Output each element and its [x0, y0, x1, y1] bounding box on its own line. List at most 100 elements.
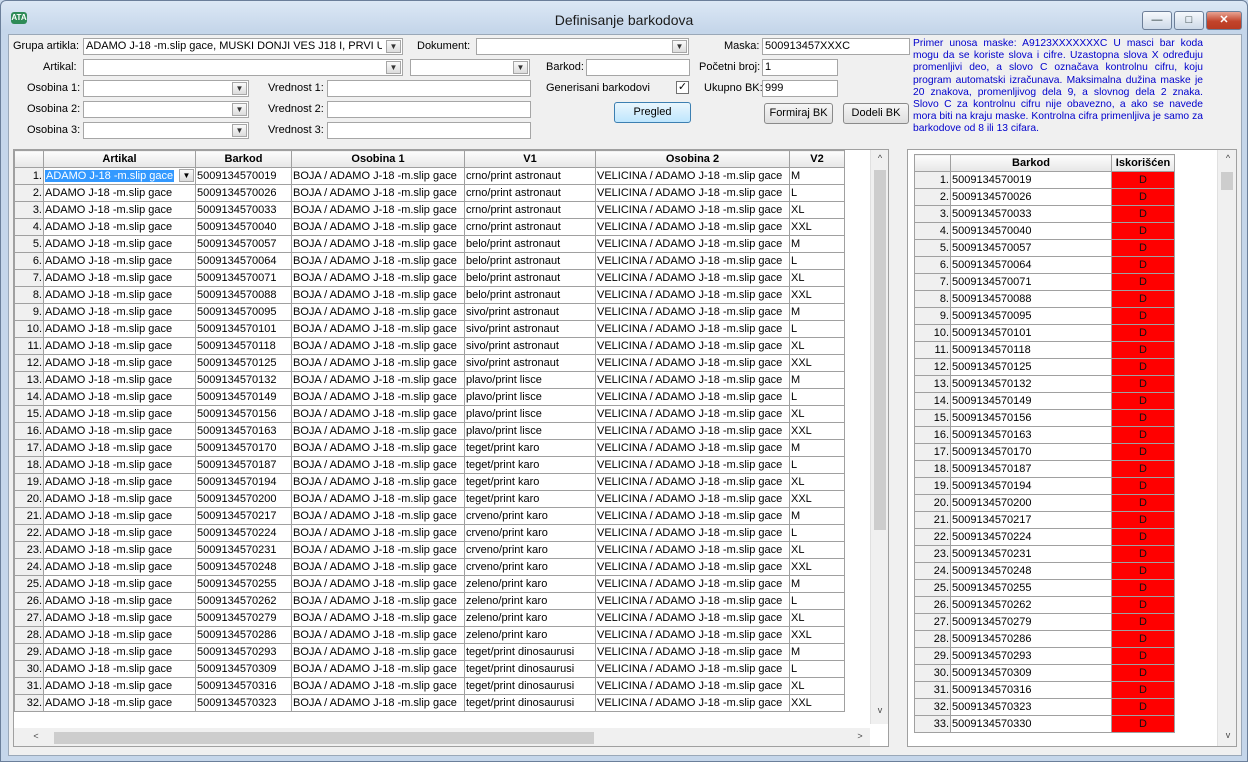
cell-v2[interactable]: M — [789, 235, 845, 253]
cell-osobina2[interactable]: VELICINA / ADAMO J-18 -m.slip gace — [595, 167, 790, 185]
cell-osobina1[interactable]: BOJA / ADAMO J-18 -m.slip gace — [291, 524, 465, 542]
table-row[interactable]: 14. 5009134570149 D — [914, 392, 1175, 410]
cell-v2[interactable]: XL — [789, 541, 845, 559]
cell-artikal[interactable]: ADAMO J-18 -m.slip gace — [43, 235, 196, 253]
scroll-down-icon[interactable]: v — [872, 705, 888, 715]
table-row[interactable]: 6. 5009134570064 D — [914, 256, 1175, 274]
column-header-iskoriscen[interactable]: Iskorišćen — [1111, 154, 1175, 172]
cell-v1[interactable]: sivo/print astronaut — [464, 320, 596, 338]
cell-barkod[interactable]: 5009134570293 — [195, 643, 292, 661]
cell-osobina1[interactable]: BOJA / ADAMO J-18 -m.slip gace — [291, 184, 465, 202]
table-row[interactable]: 29. ADAMO J-18 -m.slip gace 5009134570293 B… — [14, 643, 845, 661]
cell-v2[interactable]: M — [789, 371, 845, 389]
cell-osobina1[interactable]: BOJA / ADAMO J-18 -m.slip gace — [291, 439, 465, 457]
table-row[interactable]: 23. ADAMO J-18 -m.slip gace 5009134570231 B… — [14, 541, 845, 559]
cell-v2[interactable]: XL — [789, 201, 845, 219]
table-row[interactable]: 24. 5009134570248 D — [914, 562, 1175, 580]
table-row[interactable]: 30. 5009134570309 D — [914, 664, 1175, 682]
table-row[interactable]: 21. 5009134570217 D — [914, 511, 1175, 529]
hscroll-thumb[interactable] — [54, 732, 594, 744]
osobina1-combo[interactable]: ▼ — [83, 80, 249, 97]
cell-v1[interactable]: zeleno/print karo — [464, 626, 596, 644]
cell-artikal[interactable]: ADAMO J-18 -m.slip gace — [43, 558, 196, 576]
cell-v1[interactable]: crno/print astronaut — [464, 167, 596, 185]
cell-artikal[interactable]: ADAMO J-18 -m.slip gace — [43, 184, 196, 202]
column-header-artikal[interactable]: Artikal — [43, 150, 196, 168]
cell-artikal[interactable]: ADAMO J-18 -m.slip gace — [43, 201, 196, 219]
cell-barkod[interactable]: 5009134570194 — [950, 477, 1112, 495]
cell-osobina1[interactable]: BOJA / ADAMO J-18 -m.slip gace — [291, 235, 465, 253]
cell-v1[interactable]: crveno/print karo — [464, 541, 596, 559]
table-row[interactable]: 22. ADAMO J-18 -m.slip gace 5009134570224 B… — [14, 524, 845, 542]
cell-v2[interactable]: XL — [789, 269, 845, 287]
used-indicator[interactable]: D — [1111, 273, 1175, 291]
table-row[interactable]: 9. ADAMO J-18 -m.slip gace 5009134570095 BO… — [14, 303, 845, 321]
cell-barkod[interactable]: 5009134570255 — [950, 579, 1112, 597]
cell-osobina2[interactable]: VELICINA / ADAMO J-18 -m.slip gace — [595, 473, 790, 491]
cell-v1[interactable]: crno/print astronaut — [464, 201, 596, 219]
cell-v1[interactable]: sivo/print astronaut — [464, 354, 596, 372]
cell-osobina1[interactable]: BOJA / ADAMO J-18 -m.slip gace — [291, 303, 465, 321]
cell-osobina1[interactable]: BOJA / ADAMO J-18 -m.slip gace — [291, 218, 465, 236]
cell-osobina2[interactable]: VELICINA / ADAMO J-18 -m.slip gace — [595, 303, 790, 321]
table-row[interactable]: 4. ADAMO J-18 -m.slip gace 5009134570040 BO… — [14, 218, 845, 236]
table-row[interactable]: 28. 5009134570286 D — [914, 630, 1175, 648]
cell-osobina1[interactable]: BOJA / ADAMO J-18 -m.slip gace — [291, 388, 465, 406]
cell-v2[interactable]: XXL — [789, 354, 845, 372]
table-row[interactable]: 7. ADAMO J-18 -m.slip gace 5009134570071 BO… — [14, 269, 845, 287]
cell-osobina2[interactable]: VELICINA / ADAMO J-18 -m.slip gace — [595, 337, 790, 355]
cell-artikal[interactable]: ADAMO J-18 -m.slip gace — [43, 320, 196, 338]
used-indicator[interactable]: D — [1111, 426, 1175, 444]
cell-barkod[interactable]: 5009134570248 — [950, 562, 1112, 580]
column-header-v1[interactable]: V1 — [464, 150, 596, 168]
cell-osobina1[interactable]: BOJA / ADAMO J-18 -m.slip gace — [291, 558, 465, 576]
maska-input[interactable]: 500913457XXXC — [762, 38, 910, 55]
cell-barkod[interactable]: 5009134570026 — [195, 184, 292, 202]
cell-v2[interactable]: XL — [789, 405, 845, 423]
cell-barkod[interactable]: 5009134570323 — [195, 694, 292, 712]
cell-barkod[interactable]: 5009134570330 — [950, 715, 1112, 733]
maximize-button[interactable]: □ — [1174, 11, 1204, 30]
cell-v1[interactable]: crveno/print karo — [464, 507, 596, 525]
table-row[interactable]: 15. ADAMO J-18 -m.slip gace 5009134570156 B… — [14, 405, 845, 423]
cell-osobina1[interactable]: BOJA / ADAMO J-18 -m.slip gace — [291, 371, 465, 389]
cell-v2[interactable]: XXL — [789, 626, 845, 644]
cell-v2[interactable]: L — [789, 320, 845, 338]
cell-v1[interactable]: zeleno/print karo — [464, 592, 596, 610]
cell-barkod[interactable]: 5009134570187 — [195, 456, 292, 474]
table-row[interactable]: 3. 5009134570033 D — [914, 205, 1175, 223]
cell-osobina2[interactable]: VELICINA / ADAMO J-18 -m.slip gace — [595, 201, 790, 219]
table-row[interactable]: 17. 5009134570170 D — [914, 443, 1175, 461]
ukupno-bk-input[interactable]: 999 — [762, 80, 838, 97]
cell-barkod[interactable]: 5009134570279 — [195, 609, 292, 627]
cell-osobina1[interactable]: BOJA / ADAMO J-18 -m.slip gace — [291, 201, 465, 219]
cell-osobina1[interactable]: BOJA / ADAMO J-18 -m.slip gace — [291, 269, 465, 287]
cell-v2[interactable]: XL — [789, 609, 845, 627]
cell-artikal[interactable]: ADAMO J-18 -m.slip gace — [43, 609, 196, 627]
cell-v1[interactable]: plavo/print lisce — [464, 422, 596, 440]
scroll-thumb[interactable] — [1221, 172, 1233, 190]
cell-v1[interactable]: teget/print karo — [464, 456, 596, 474]
cell-barkod[interactable]: 5009134570200 — [195, 490, 292, 508]
cell-osobina2[interactable]: VELICINA / ADAMO J-18 -m.slip gace — [595, 558, 790, 576]
pocetni-broj-input[interactable]: 1 — [762, 59, 838, 76]
table-row[interactable]: 6. ADAMO J-18 -m.slip gace 5009134570064 BO… — [14, 252, 845, 270]
table-row[interactable]: 16. 5009134570163 D — [914, 426, 1175, 444]
cell-osobina1[interactable]: BOJA / ADAMO J-18 -m.slip gace — [291, 541, 465, 559]
cell-osobina1[interactable]: BOJA / ADAMO J-18 -m.slip gace — [291, 167, 465, 185]
cell-artikal[interactable]: ADAMO J-18 -m.slip gace — [43, 303, 196, 321]
column-header-v2[interactable]: V2 — [789, 150, 845, 168]
cell-v2[interactable]: M — [789, 643, 845, 661]
cell-osobina1[interactable]: BOJA / ADAMO J-18 -m.slip gace — [291, 507, 465, 525]
cell-barkod[interactable]: 5009134570170 — [195, 439, 292, 457]
table-row[interactable]: 13. ADAMO J-18 -m.slip gace 5009134570132 B… — [14, 371, 845, 389]
table-row[interactable]: 14. ADAMO J-18 -m.slip gace 5009134570149 B… — [14, 388, 845, 406]
cell-barkod[interactable]: 5009134570200 — [950, 494, 1112, 512]
table-row[interactable]: 12. 5009134570125 D — [914, 358, 1175, 376]
cell-osobina2[interactable]: VELICINA / ADAMO J-18 -m.slip gace — [595, 371, 790, 389]
cell-v1[interactable]: plavo/print lisce — [464, 405, 596, 423]
cell-osobina1[interactable]: BOJA / ADAMO J-18 -m.slip gace — [291, 422, 465, 440]
scroll-left-icon[interactable]: < — [28, 731, 44, 741]
cell-osobina2[interactable]: VELICINA / ADAMO J-18 -m.slip gace — [595, 269, 790, 287]
cell-v1[interactable]: belo/print astronaut — [464, 269, 596, 287]
